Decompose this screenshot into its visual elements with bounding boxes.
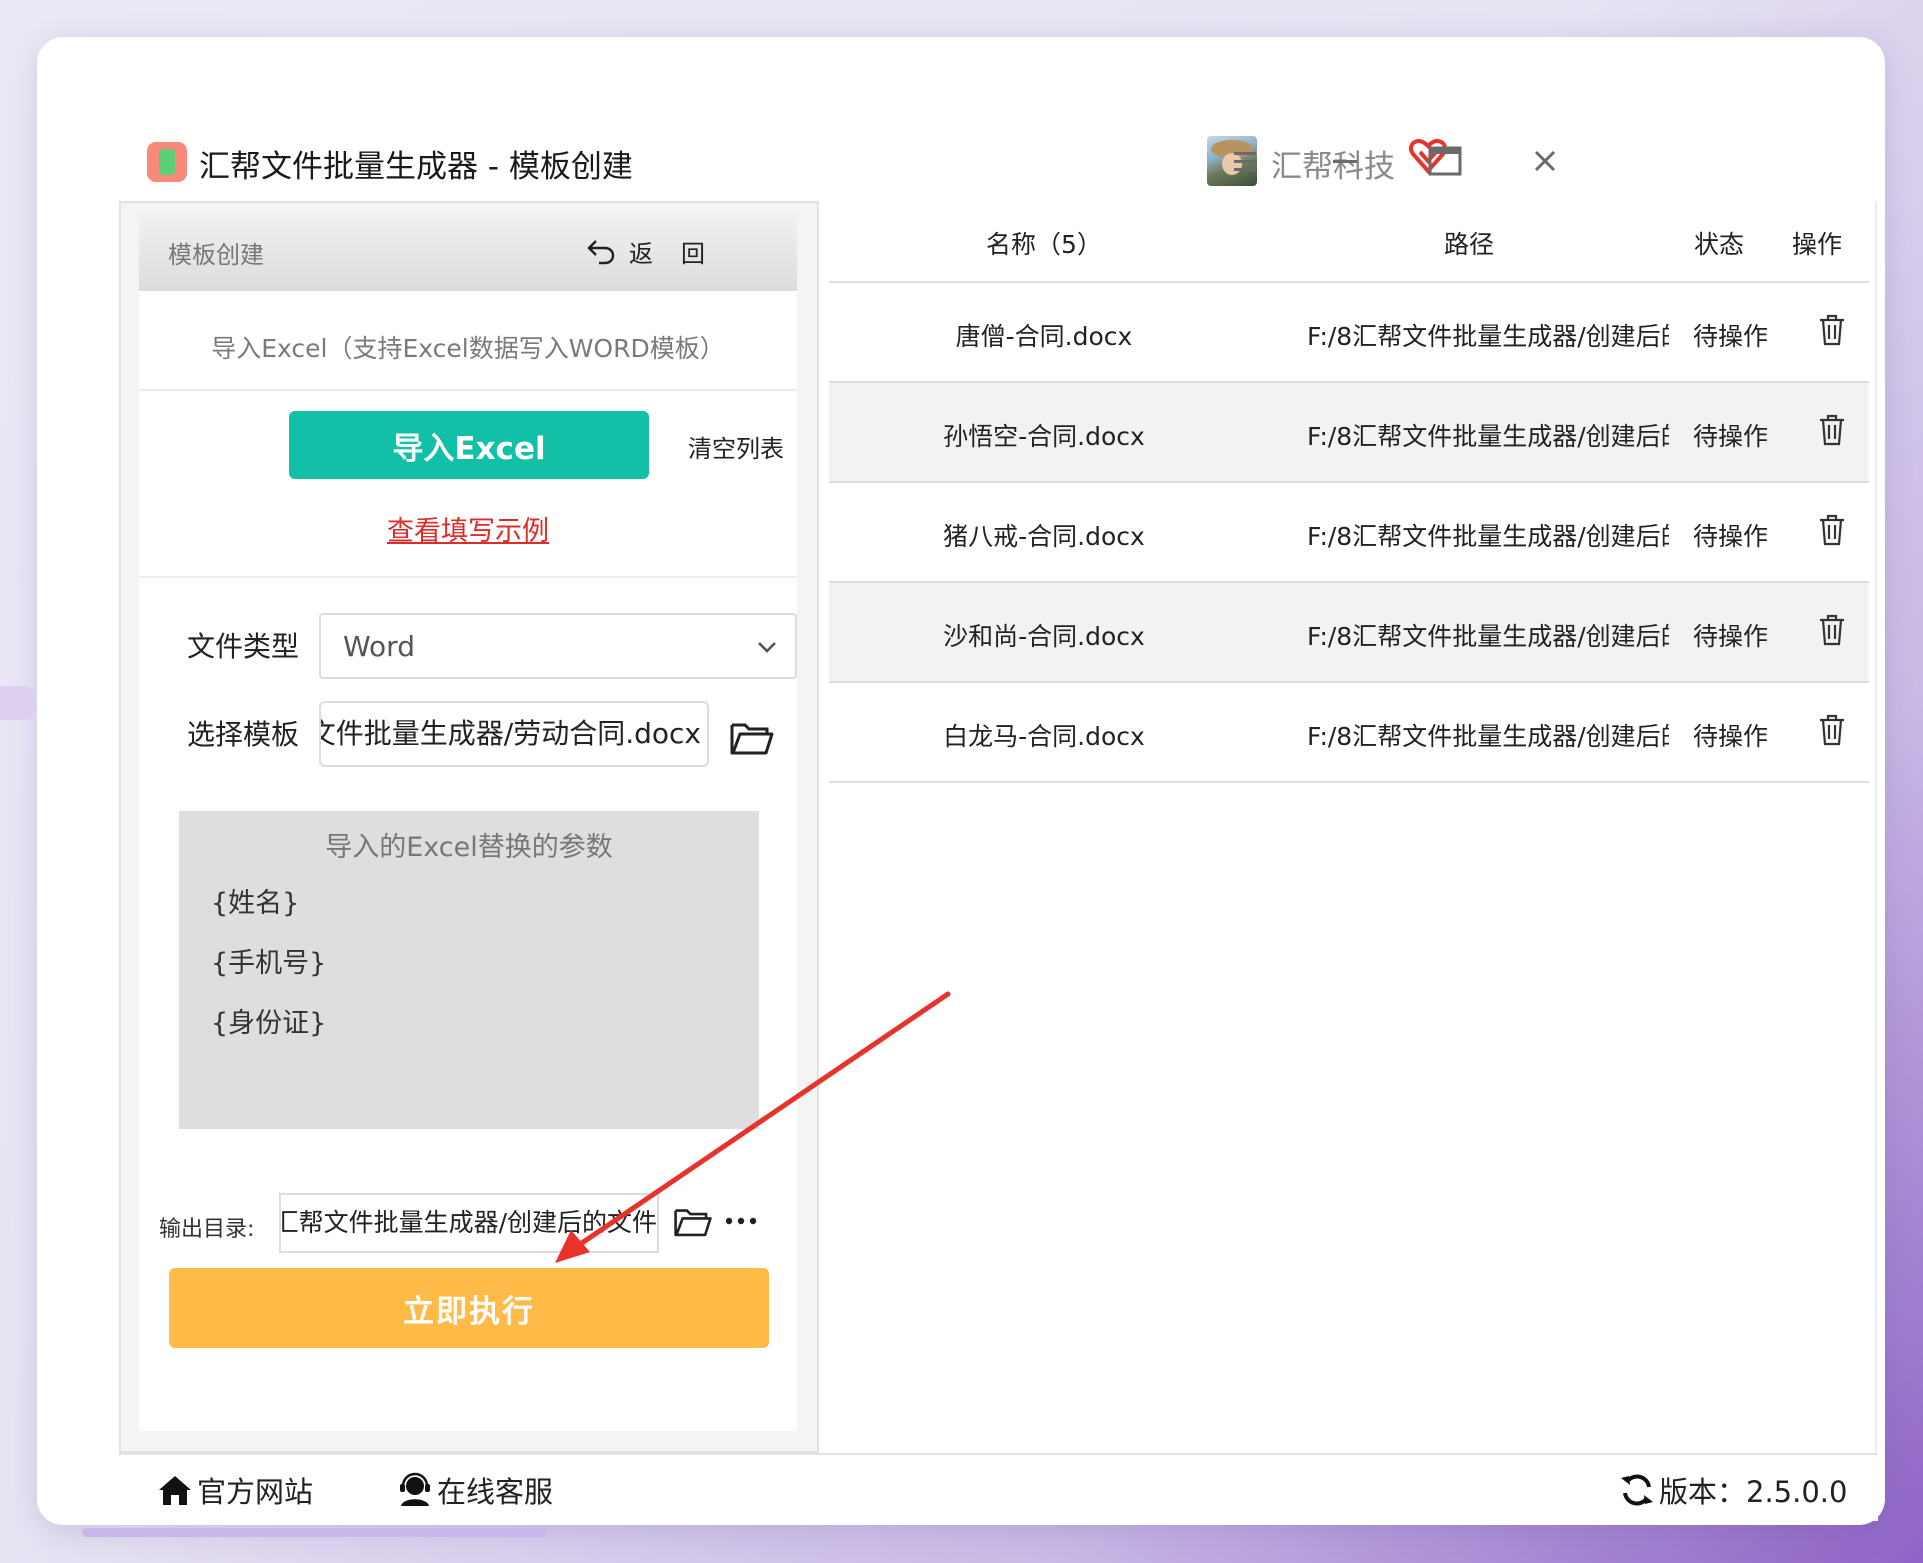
app-content: 汇帮文件批量生成器 - 模板创建 汇帮科技 模板创建 返回 导入Excel（支持… (119, 119, 1878, 1521)
close-icon (1534, 150, 1556, 172)
minimize-button[interactable] (1323, 139, 1367, 183)
template-path-value: F:/8汇帮文件批量生成器/劳动合同.docx (321, 717, 701, 750)
file-type-select[interactable]: Word (319, 613, 797, 679)
panel-title: 模板创建 (168, 241, 264, 269)
output-dir-value: F:/8汇帮文件批量生成器/创建后的文件 (281, 1208, 657, 1237)
table-header: 名称（5） 路径 状态 操作 (829, 201, 1869, 283)
trash-icon[interactable] (1817, 613, 1847, 647)
table-row[interactable]: 孙悟空-合同.docx F:/8汇帮文件批量生成器/创建后的文件 待操作 (829, 383, 1869, 483)
divider (139, 576, 797, 578)
close-button[interactable] (1523, 139, 1567, 183)
version-label: 版本：2.5.0.0 (1659, 1475, 1848, 1509)
trash-icon[interactable] (1817, 513, 1847, 547)
row-status: 待操作 (1693, 322, 1769, 351)
params-box: 导入的Excel替换的参数 {姓名} {手机号} {身份证} (179, 811, 759, 1129)
row-path: F:/8汇帮文件批量生成器/创建后的文件 (1307, 722, 1669, 751)
app-window: 汇帮文件批量生成器 - 模板创建 汇帮科技 模板创建 返回 导入Excel（支持… (37, 37, 1885, 1525)
row-name: 唐僧-合同.docx (955, 322, 1133, 351)
file-type-label: 文件类型 (187, 630, 300, 663)
row-status: 待操作 (1693, 422, 1769, 451)
back-button[interactable]: 返回 (585, 233, 733, 269)
output-dir-label: 输出目录: (159, 1217, 255, 1242)
row-status: 待操作 (1693, 722, 1769, 751)
more-icon[interactable] (722, 1211, 762, 1231)
row-name: 白龙马-合同.docx (943, 722, 1145, 751)
back-label: 返回 (629, 239, 733, 268)
row-name: 沙和尚-合同.docx (943, 622, 1145, 651)
row-path: F:/8汇帮文件批量生成器/创建后的文件 (1307, 322, 1669, 351)
file-type-value: Word (343, 630, 415, 663)
output-folder-icon[interactable] (673, 1203, 713, 1239)
param-item: {姓名} (211, 888, 300, 919)
window-title: 汇帮文件批量生成器 - 模板创建 (199, 149, 633, 185)
trash-icon[interactable] (1817, 313, 1847, 347)
official-website-link[interactable]: 官方网站 (157, 1469, 313, 1511)
official-website-label: 官方网站 (197, 1475, 314, 1509)
maximize-button[interactable] (1423, 139, 1467, 183)
title-bar: 汇帮文件批量生成器 - 模板创建 汇帮科技 (119, 119, 1878, 201)
refresh-icon (1621, 1474, 1653, 1506)
trash-icon[interactable] (1817, 713, 1847, 747)
right-panel-border (1875, 201, 1877, 1453)
row-path: F:/8汇帮文件批量生成器/创建后的文件 (1307, 422, 1669, 451)
import-excel-button[interactable]: 导入Excel (289, 411, 649, 479)
home-icon (159, 1476, 191, 1505)
table-row[interactable]: 沙和尚-合同.docx F:/8汇帮文件批量生成器/创建后的文件 待操作 (829, 583, 1869, 683)
run-now-button[interactable]: 立即执行 (169, 1268, 769, 1348)
template-label: 选择模板 (187, 718, 300, 751)
template-path-input[interactable]: F:/8汇帮文件批量生成器/劳动合同.docx (319, 701, 709, 767)
header-status: 状态 (1693, 230, 1744, 259)
row-status: 待操作 (1693, 522, 1769, 551)
divider (139, 389, 797, 391)
param-item: {身份证} (211, 1008, 327, 1039)
background-accent (0, 686, 37, 720)
clear-list-button[interactable]: 清空列表 (688, 429, 784, 464)
version-info[interactable]: 版本：2.5.0.0 (1619, 1469, 1847, 1511)
status-bar: 官方网站 在线客服 版本：2.5.0.0 (119, 1453, 1878, 1521)
table-row[interactable]: 唐僧-合同.docx F:/8汇帮文件批量生成器/创建后的文件 待操作 (829, 283, 1869, 383)
online-support-link[interactable]: 在线客服 (397, 1469, 553, 1511)
params-title: 导入的Excel替换的参数 (325, 832, 613, 863)
header-action: 操作 (1791, 230, 1842, 259)
row-name: 孙悟空-合同.docx (943, 422, 1145, 451)
chevron-down-icon (758, 642, 776, 653)
menu-icon (1234, 152, 1256, 171)
support-agent-icon (400, 1472, 430, 1506)
table-row[interactable]: 猪八戒-合同.docx F:/8汇帮文件批量生成器/创建后的文件 待操作 (829, 483, 1869, 583)
row-path: F:/8汇帮文件批量生成器/创建后的文件 (1307, 622, 1669, 651)
background-accent (82, 1528, 546, 1537)
row-name: 猪八戒-合同.docx (943, 522, 1145, 551)
panel-header: 模板创建 返回 (139, 211, 797, 291)
trash-icon[interactable] (1817, 413, 1847, 447)
import-hint: 导入Excel（支持Excel数据写入WORD模板） (211, 334, 725, 363)
output-dir-input[interactable]: F:/8汇帮文件批量生成器/创建后的文件 (279, 1193, 659, 1253)
row-status: 待操作 (1693, 622, 1769, 651)
header-name: 名称（5） (986, 230, 1102, 259)
param-item: {手机号} (211, 948, 327, 979)
app-logo-icon (147, 142, 187, 182)
maximize-icon (1428, 146, 1462, 176)
back-arrow-icon (587, 240, 615, 265)
example-link[interactable]: 查看填写示例 (139, 509, 797, 548)
header-path: 路径 (1443, 230, 1494, 259)
online-support-label: 在线客服 (437, 1475, 554, 1509)
minimize-icon (1333, 160, 1357, 163)
folder-icon[interactable] (729, 717, 775, 757)
menu-button[interactable] (1223, 139, 1267, 183)
left-panel: 模板创建 返回 导入Excel（支持Excel数据写入WORD模板） 导入Exc… (139, 211, 797, 1431)
table-row[interactable]: 白龙马-合同.docx F:/8汇帮文件批量生成器/创建后的文件 待操作 (829, 683, 1869, 783)
row-path: F:/8汇帮文件批量生成器/创建后的文件 (1307, 522, 1669, 551)
